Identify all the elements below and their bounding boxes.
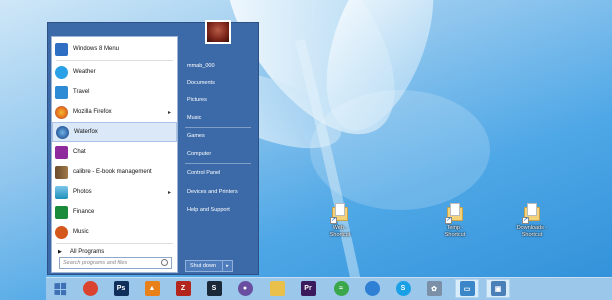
search-input[interactable]: Search programs and files	[59, 257, 172, 269]
submenu-arrow-icon: ▸	[167, 109, 171, 116]
games-link[interactable]: Games	[187, 133, 205, 139]
divider	[56, 60, 173, 61]
taskbar-button-firefox[interactable]	[360, 279, 384, 298]
desktop-icon-label: Temp - Shortcut	[444, 225, 466, 238]
taskbar-button-steam[interactable]: S	[202, 279, 226, 298]
firefox-icon	[55, 105, 68, 119]
taskbar-button-file-explorer[interactable]	[265, 279, 289, 298]
remote-desktop-icon: ▭	[459, 281, 475, 296]
program-item-photos[interactable]: Photos ▸	[52, 182, 177, 202]
weather-icon	[55, 65, 68, 79]
desktop-shortcut-downloads[interactable]: ↗ Downloads - Shortcut	[508, 203, 556, 239]
program-item-weather[interactable]: Weather	[52, 62, 177, 82]
finance-icon	[55, 205, 68, 219]
file-explorer-icon	[269, 281, 285, 296]
program-item-firefox[interactable]: Mozilla Firefox ▸	[52, 102, 177, 122]
screenshot-tool-icon: ▣	[490, 281, 506, 296]
folder-shortcut-icon: ↗	[445, 203, 463, 224]
pictures-link[interactable]: Pictures	[187, 97, 207, 103]
waterfox-icon	[56, 125, 69, 139]
start-menu: Windows 8 Menu Weather Travel Mozilla Fi…	[47, 20, 259, 276]
taskbar-button-vlc[interactable]: ▲	[140, 279, 164, 298]
settings-app-icon: ✿	[426, 281, 442, 296]
divider	[185, 163, 251, 164]
help-support-link[interactable]: Help and Support	[187, 207, 230, 213]
program-item-waterfox[interactable]: Waterfox	[52, 122, 177, 142]
shutdown-options-icon[interactable]: ▸	[222, 261, 232, 271]
shutdown-button[interactable]: Shut down ▸	[185, 260, 233, 272]
photoshop-icon: Ps	[113, 281, 129, 296]
chat-icon	[55, 145, 68, 159]
taskbar-button-filezilla[interactable]: Z	[171, 279, 195, 298]
spotify-icon: ≈	[333, 281, 349, 296]
taskbar-button-pidgin[interactable]: ●	[233, 279, 257, 298]
program-item-music[interactable]: Music	[52, 222, 177, 242]
travel-icon	[55, 85, 68, 99]
taskbar-button-spotify[interactable]: ≈	[329, 279, 353, 298]
divider	[56, 243, 173, 244]
computer-link[interactable]: Computer	[187, 151, 211, 157]
documents-link[interactable]: Documents	[187, 80, 215, 86]
taskbar-button-screenshot-tool[interactable]: ▣	[486, 279, 510, 298]
user-avatar[interactable]	[205, 20, 231, 44]
program-item-travel[interactable]: Travel	[52, 82, 177, 102]
desktop-icon-label: Downloads - Shortcut	[516, 225, 548, 238]
taskbar-button-settings-app[interactable]: ✿	[422, 279, 446, 298]
taskbar-button-premiere[interactable]: Pr	[296, 279, 320, 298]
taskbar-button-skype[interactable]: S	[391, 279, 415, 298]
programs-pane: Windows 8 Menu Weather Travel Mozilla Fi…	[51, 36, 178, 273]
windows8-menu-icon	[55, 42, 68, 56]
program-item-finance[interactable]: Finance	[52, 202, 177, 222]
desktop-shortcut-web[interactable]: ↗ Web - Shortcut	[316, 203, 364, 239]
pidgin-icon: ●	[237, 281, 253, 296]
premiere-icon: Pr	[300, 281, 316, 296]
folder-shortcut-icon: ↗	[522, 203, 540, 224]
search-icon	[161, 259, 168, 266]
steam-icon: S	[206, 281, 222, 296]
skype-icon: S	[395, 281, 411, 296]
windows-logo-icon	[54, 282, 67, 295]
taskbar-button-photoshop[interactable]: Ps	[109, 279, 133, 298]
program-item-chat[interactable]: Chat	[52, 142, 177, 162]
chrome-icon	[82, 281, 98, 296]
taskbar-button-remote-desktop[interactable]: ▭	[455, 279, 479, 298]
divider	[185, 127, 251, 128]
calibre-icon	[55, 165, 68, 179]
program-item-windows8-menu[interactable]: Windows 8 Menu	[52, 39, 177, 59]
devices-printers-link[interactable]: Devices and Printers	[187, 189, 238, 195]
submenu-arrow-icon: ▸	[167, 189, 171, 196]
start-button[interactable]	[46, 277, 74, 300]
music-icon	[55, 225, 68, 239]
taskbar-button-chrome[interactable]	[78, 279, 102, 298]
desktop-shortcut-temp[interactable]: ↗ Temp - Shortcut	[431, 203, 479, 239]
photos-icon	[55, 185, 68, 199]
control-panel-link[interactable]: Control Panel	[187, 170, 220, 176]
triangle-right-icon: ▶	[58, 249, 62, 255]
desktop-icon-label: Web - Shortcut	[329, 225, 351, 238]
firefox-icon	[364, 281, 380, 296]
folder-shortcut-icon: ↗	[330, 203, 348, 224]
music-link[interactable]: Music	[187, 115, 201, 121]
vlc-icon: ▲	[144, 281, 160, 296]
places-pane: mmab_000 Documents Pictures Music Games …	[181, 20, 259, 276]
user-folder-link[interactable]: mmab_000	[187, 63, 215, 69]
program-item-calibre[interactable]: calibre - E-book management	[52, 162, 177, 182]
filezilla-icon: Z	[175, 281, 191, 296]
